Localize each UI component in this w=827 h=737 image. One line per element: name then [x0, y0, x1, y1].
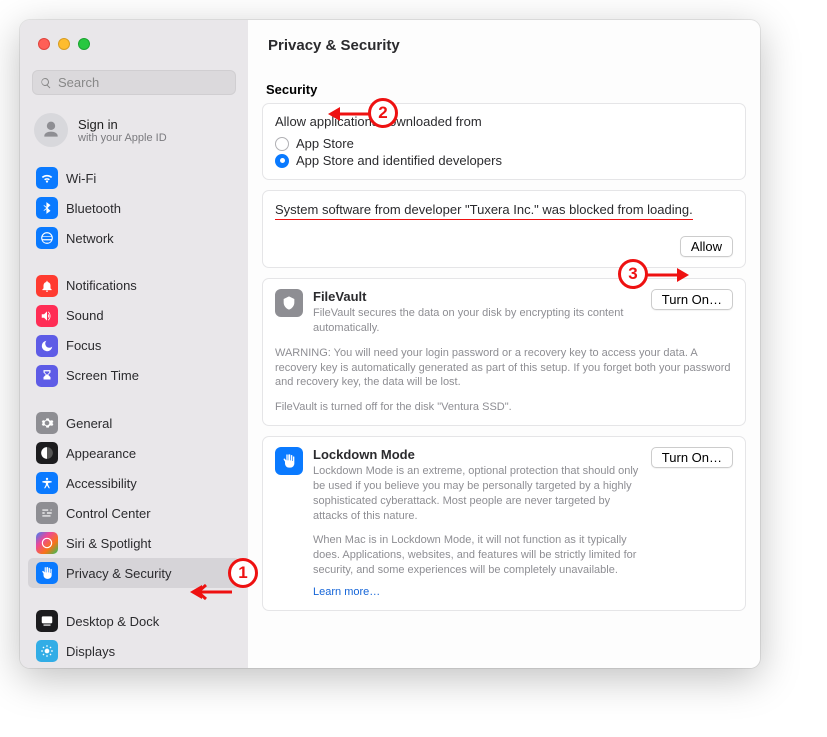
sidebar: Search Sign in with your Apple ID Wi-Fi … [20, 20, 248, 668]
filevault-panel: FileVault FileVault secures the data on … [262, 278, 746, 426]
sidebar-label: Displays [66, 644, 115, 659]
sidebar-label: Network [66, 231, 114, 246]
sidebar-item-displays[interactable]: Displays [28, 636, 240, 666]
sidebar-item-control-center[interactable]: Control Center [28, 498, 240, 528]
minimize-button[interactable] [58, 38, 70, 50]
page-title: Privacy & Security [248, 20, 760, 62]
search-icon [40, 77, 52, 89]
moon-icon [36, 335, 58, 357]
sidebar-label: Desktop & Dock [66, 614, 159, 629]
window-controls [38, 38, 90, 50]
search-placeholder: Search [58, 75, 99, 90]
lockdown-desc2: When Mac is in Lockdown Mode, it will no… [313, 533, 641, 578]
lockdown-turn-on-button[interactable]: Turn On… [651, 447, 733, 468]
sidebar-label: Siri & Spotlight [66, 536, 151, 551]
radio-app-store[interactable]: App Store [275, 135, 733, 152]
sidebar-item-screentime[interactable]: Screen Time [28, 361, 240, 391]
avatar [34, 113, 68, 147]
appearance-icon [36, 442, 58, 464]
sidebar-item-focus[interactable]: Focus [28, 331, 240, 361]
filevault-icon [275, 289, 303, 317]
annotation-2-arrow [328, 105, 370, 128]
filevault-status: FileVault is turned off for the disk "Ve… [275, 400, 733, 415]
radio-identified-devs[interactable]: App Store and identified developers [275, 152, 733, 169]
sidebar-label: Screen Time [66, 368, 139, 383]
sidebar-item-sound[interactable]: Sound [28, 301, 240, 331]
annotation-2: 2 [368, 98, 398, 128]
sidebar-item-network[interactable]: Network [28, 223, 240, 253]
annotation-3: 3 [618, 259, 648, 289]
sidebar-label: Notifications [66, 278, 137, 293]
sidebar-label: Control Center [66, 506, 151, 521]
blocked-panel: System software from developer "Tuxera I… [262, 190, 746, 268]
lockdown-icon [275, 447, 303, 475]
gear-icon [36, 412, 58, 434]
lockdown-title: Lockdown Mode [313, 447, 641, 462]
sidebar-label: Bluetooth [66, 201, 121, 216]
sidebar-label: Focus [66, 338, 101, 353]
signin-label: Sign in [78, 117, 167, 132]
annotation-1-arrow [190, 583, 232, 606]
sound-icon [36, 305, 58, 327]
signin-sub: with your Apple ID [78, 132, 167, 144]
dock-icon [36, 610, 58, 632]
sidebar-label: Wi-Fi [66, 171, 96, 186]
filevault-desc: FileVault secures the data on your disk … [313, 306, 641, 336]
lockdown-learn-more-link[interactable]: Learn more… [313, 586, 380, 598]
hourglass-icon [36, 365, 58, 387]
sidebar-label: General [66, 416, 112, 431]
system-settings-window: Search Sign in with your Apple ID Wi-Fi … [20, 20, 760, 668]
annotation-1: 1 [228, 558, 258, 588]
lockdown-panel: Lockdown Mode Lockdown Mode is an extrem… [262, 436, 746, 611]
close-button[interactable] [38, 38, 50, 50]
radio-icon [275, 154, 289, 168]
sidebar-item-notifications[interactable]: Notifications [28, 271, 240, 301]
accessibility-icon [36, 472, 58, 494]
sidebar-item-siri[interactable]: Siri & Spotlight [28, 528, 240, 558]
sidebar-item-bluetooth[interactable]: Bluetooth [28, 193, 240, 223]
search-input[interactable]: Search [32, 70, 236, 95]
blocked-message: System software from developer "Tuxera I… [275, 202, 693, 220]
hand-icon [36, 562, 58, 584]
filevault-turn-on-button[interactable]: Turn On… [651, 289, 733, 310]
account-row[interactable]: Sign in with your Apple ID [20, 105, 248, 161]
sidebar-label: Appearance [66, 446, 136, 461]
displays-icon [36, 640, 58, 662]
fullscreen-button[interactable] [78, 38, 90, 50]
lockdown-desc: Lockdown Mode is an extreme, optional pr… [313, 464, 641, 523]
allow-button[interactable]: Allow [680, 236, 733, 257]
sliders-icon [36, 502, 58, 524]
wifi-icon [36, 167, 58, 189]
sidebar-label: Accessibility [66, 476, 137, 491]
bell-icon [36, 275, 58, 297]
sidebar-item-appearance[interactable]: Appearance [28, 438, 240, 468]
sidebar-label: Sound [66, 308, 104, 323]
bluetooth-icon [36, 197, 58, 219]
sidebar-item-general[interactable]: General [28, 408, 240, 438]
radio-icon [275, 137, 289, 151]
siri-icon [36, 532, 58, 554]
sidebar-item-wifi[interactable]: Wi-Fi [28, 163, 240, 193]
sidebar-item-desktop-dock[interactable]: Desktop & Dock [28, 606, 240, 636]
sidebar-label: Privacy & Security [66, 566, 171, 581]
main-content: Privacy & Security Security Allow applic… [248, 20, 760, 668]
security-section-title: Security [262, 64, 746, 103]
filevault-warning: WARNING: You will need your login passwo… [275, 346, 733, 391]
filevault-title: FileVault [313, 289, 641, 304]
sidebar-item-accessibility[interactable]: Accessibility [28, 468, 240, 498]
network-icon [36, 227, 58, 249]
annotation-3-arrow [647, 266, 689, 289]
